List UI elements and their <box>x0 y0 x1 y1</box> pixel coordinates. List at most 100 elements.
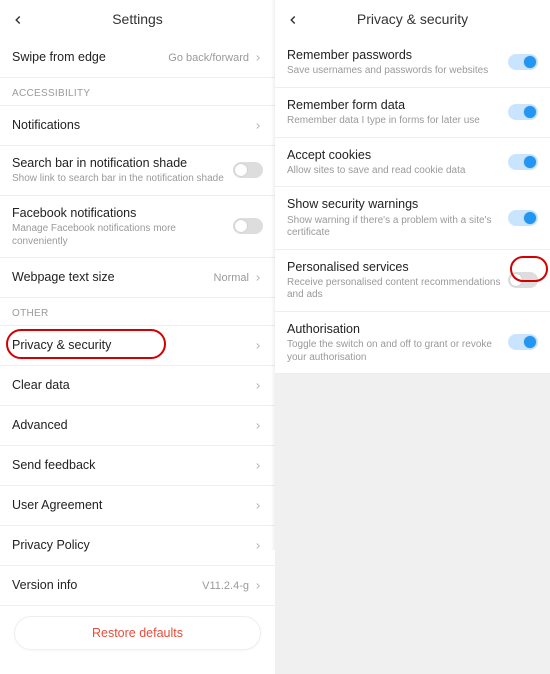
chevron-right-icon <box>253 541 263 551</box>
row-main: Personalised services Receive personalise… <box>287 259 508 302</box>
row-main: Facebook notifications Manage Facebook no… <box>12 205 233 248</box>
row-label: Remember form data <box>287 97 508 113</box>
page-title: Settings <box>112 11 163 27</box>
row-subtitle: Manage Facebook notifications more conve… <box>12 223 233 248</box>
chevron-left-icon <box>11 13 25 27</box>
row-subtitle: Show link to search bar in the notificat… <box>12 173 233 186</box>
toggle-switch[interactable] <box>508 104 538 120</box>
row-main: Remember form data Remember data I type i… <box>287 97 508 128</box>
toggle-switch[interactable] <box>233 162 263 178</box>
section-header: ACCESSIBILITY <box>0 78 275 106</box>
screens-container: Settings Swipe from edgeGo back/forwardA… <box>0 0 550 550</box>
row-label: Version info <box>12 577 202 593</box>
chevron-right-icon <box>253 421 263 431</box>
restore-defaults-button[interactable]: Restore defaults <box>14 616 261 650</box>
chevron-right-icon <box>253 581 263 591</box>
row-main: Privacy & security <box>12 337 253 353</box>
list-item[interactable]: Privacy Policy <box>0 526 275 566</box>
row-subtitle: Save usernames and passwords for website… <box>287 65 508 78</box>
row-label: Privacy & security <box>12 337 253 353</box>
chevron-right-icon <box>253 341 263 351</box>
privacy-list: Remember passwords Save usernames and pas… <box>275 38 550 374</box>
list-item[interactable]: Clear data <box>0 366 275 406</box>
list-item[interactable]: Privacy & security <box>0 326 275 366</box>
list-item[interactable]: Swipe from edgeGo back/forward <box>0 38 275 78</box>
section-header: OTHER <box>0 298 275 326</box>
chevron-right-icon <box>253 461 263 471</box>
list-item[interactable]: Search bar in notification shade Show lin… <box>0 146 275 196</box>
list-item[interactable]: Facebook notifications Manage Facebook no… <box>0 196 275 258</box>
toggle-switch[interactable] <box>508 272 538 288</box>
row-label: Clear data <box>12 377 253 393</box>
list-item[interactable]: Remember form data Remember data I type i… <box>275 88 550 138</box>
chevron-right-icon <box>253 53 263 63</box>
row-label: Webpage text size <box>12 269 214 285</box>
row-main: Notifications <box>12 117 253 133</box>
settings-list: Swipe from edgeGo back/forwardACCESSIBIL… <box>0 38 275 606</box>
back-button[interactable] <box>281 8 305 32</box>
row-main: Authorisation Toggle the switch on and of… <box>287 321 508 364</box>
row-main: Swipe from edge <box>12 49 168 65</box>
toggle-switch[interactable] <box>508 54 538 70</box>
row-label: Facebook notifications <box>12 205 233 221</box>
row-label: Privacy Policy <box>12 537 253 553</box>
list-item[interactable]: Advanced <box>0 406 275 446</box>
row-main: Privacy Policy <box>12 537 253 553</box>
row-subtitle: Toggle the switch on and off to grant or… <box>287 339 508 364</box>
toggle-switch[interactable] <box>508 334 538 350</box>
row-main: Remember passwords Save usernames and pas… <box>287 47 508 78</box>
row-main: Version info <box>12 577 202 593</box>
row-main: Send feedback <box>12 457 253 473</box>
row-main: Search bar in notification shade Show lin… <box>12 155 233 186</box>
row-label: Search bar in notification shade <box>12 155 233 171</box>
row-subtitle: Allow sites to save and read cookie data <box>287 165 508 178</box>
chevron-right-icon <box>253 121 263 131</box>
list-item[interactable]: Personalised services Receive personalise… <box>275 250 550 312</box>
chevron-right-icon <box>253 501 263 511</box>
row-value: Normal <box>214 272 249 284</box>
list-item[interactable]: Webpage text sizeNormal <box>0 258 275 298</box>
list-item[interactable]: Send feedback <box>0 446 275 486</box>
row-main: Webpage text size <box>12 269 214 285</box>
row-main: Accept cookies Allow sites to save and re… <box>287 147 508 178</box>
row-main: Advanced <box>12 417 253 433</box>
list-item[interactable]: Version infoV11.2.4-g <box>0 566 275 606</box>
row-label: Send feedback <box>12 457 253 473</box>
row-label: Notifications <box>12 117 253 133</box>
list-item[interactable]: Show security warnings Show warning if th… <box>275 187 550 249</box>
toggle-switch[interactable] <box>508 210 538 226</box>
list-item[interactable]: Authorisation Toggle the switch on and of… <box>275 312 550 374</box>
chevron-right-icon <box>253 273 263 283</box>
row-main: User Agreement <box>12 497 253 513</box>
chevron-right-icon <box>253 381 263 391</box>
row-label: Advanced <box>12 417 253 433</box>
row-subtitle: Remember data I type in forms for later … <box>287 115 508 128</box>
row-label: Personalised services <box>287 259 508 275</box>
chevron-left-icon <box>286 13 300 27</box>
row-label: Show security warnings <box>287 196 508 212</box>
toggle-switch[interactable] <box>508 154 538 170</box>
row-main: Show security warnings Show warning if th… <box>287 196 508 239</box>
row-main: Clear data <box>12 377 253 393</box>
row-subtitle: Receive personalised content recommendat… <box>287 277 508 302</box>
list-item[interactable]: Notifications <box>0 106 275 146</box>
privacy-screen: Privacy & security Remember passwords Sav… <box>275 0 550 550</box>
page-title: Privacy & security <box>357 11 468 27</box>
empty-space <box>275 374 550 674</box>
row-subtitle: Show warning if there's a problem with a… <box>287 215 508 240</box>
restore-wrap: Restore defaults <box>0 606 275 650</box>
settings-header: Settings <box>0 0 275 38</box>
row-label: Authorisation <box>287 321 508 337</box>
row-label: Swipe from edge <box>12 49 168 65</box>
settings-screen: Settings Swipe from edgeGo back/forwardA… <box>0 0 275 550</box>
row-label: Remember passwords <box>287 47 508 63</box>
list-item[interactable]: Accept cookies Allow sites to save and re… <box>275 138 550 188</box>
row-label: Accept cookies <box>287 147 508 163</box>
list-item[interactable]: Remember passwords Save usernames and pas… <box>275 38 550 88</box>
toggle-switch[interactable] <box>233 218 263 234</box>
privacy-header: Privacy & security <box>275 0 550 38</box>
list-item[interactable]: User Agreement <box>0 486 275 526</box>
back-button[interactable] <box>6 8 30 32</box>
row-value: V11.2.4-g <box>202 580 249 592</box>
row-value: Go back/forward <box>168 52 249 64</box>
